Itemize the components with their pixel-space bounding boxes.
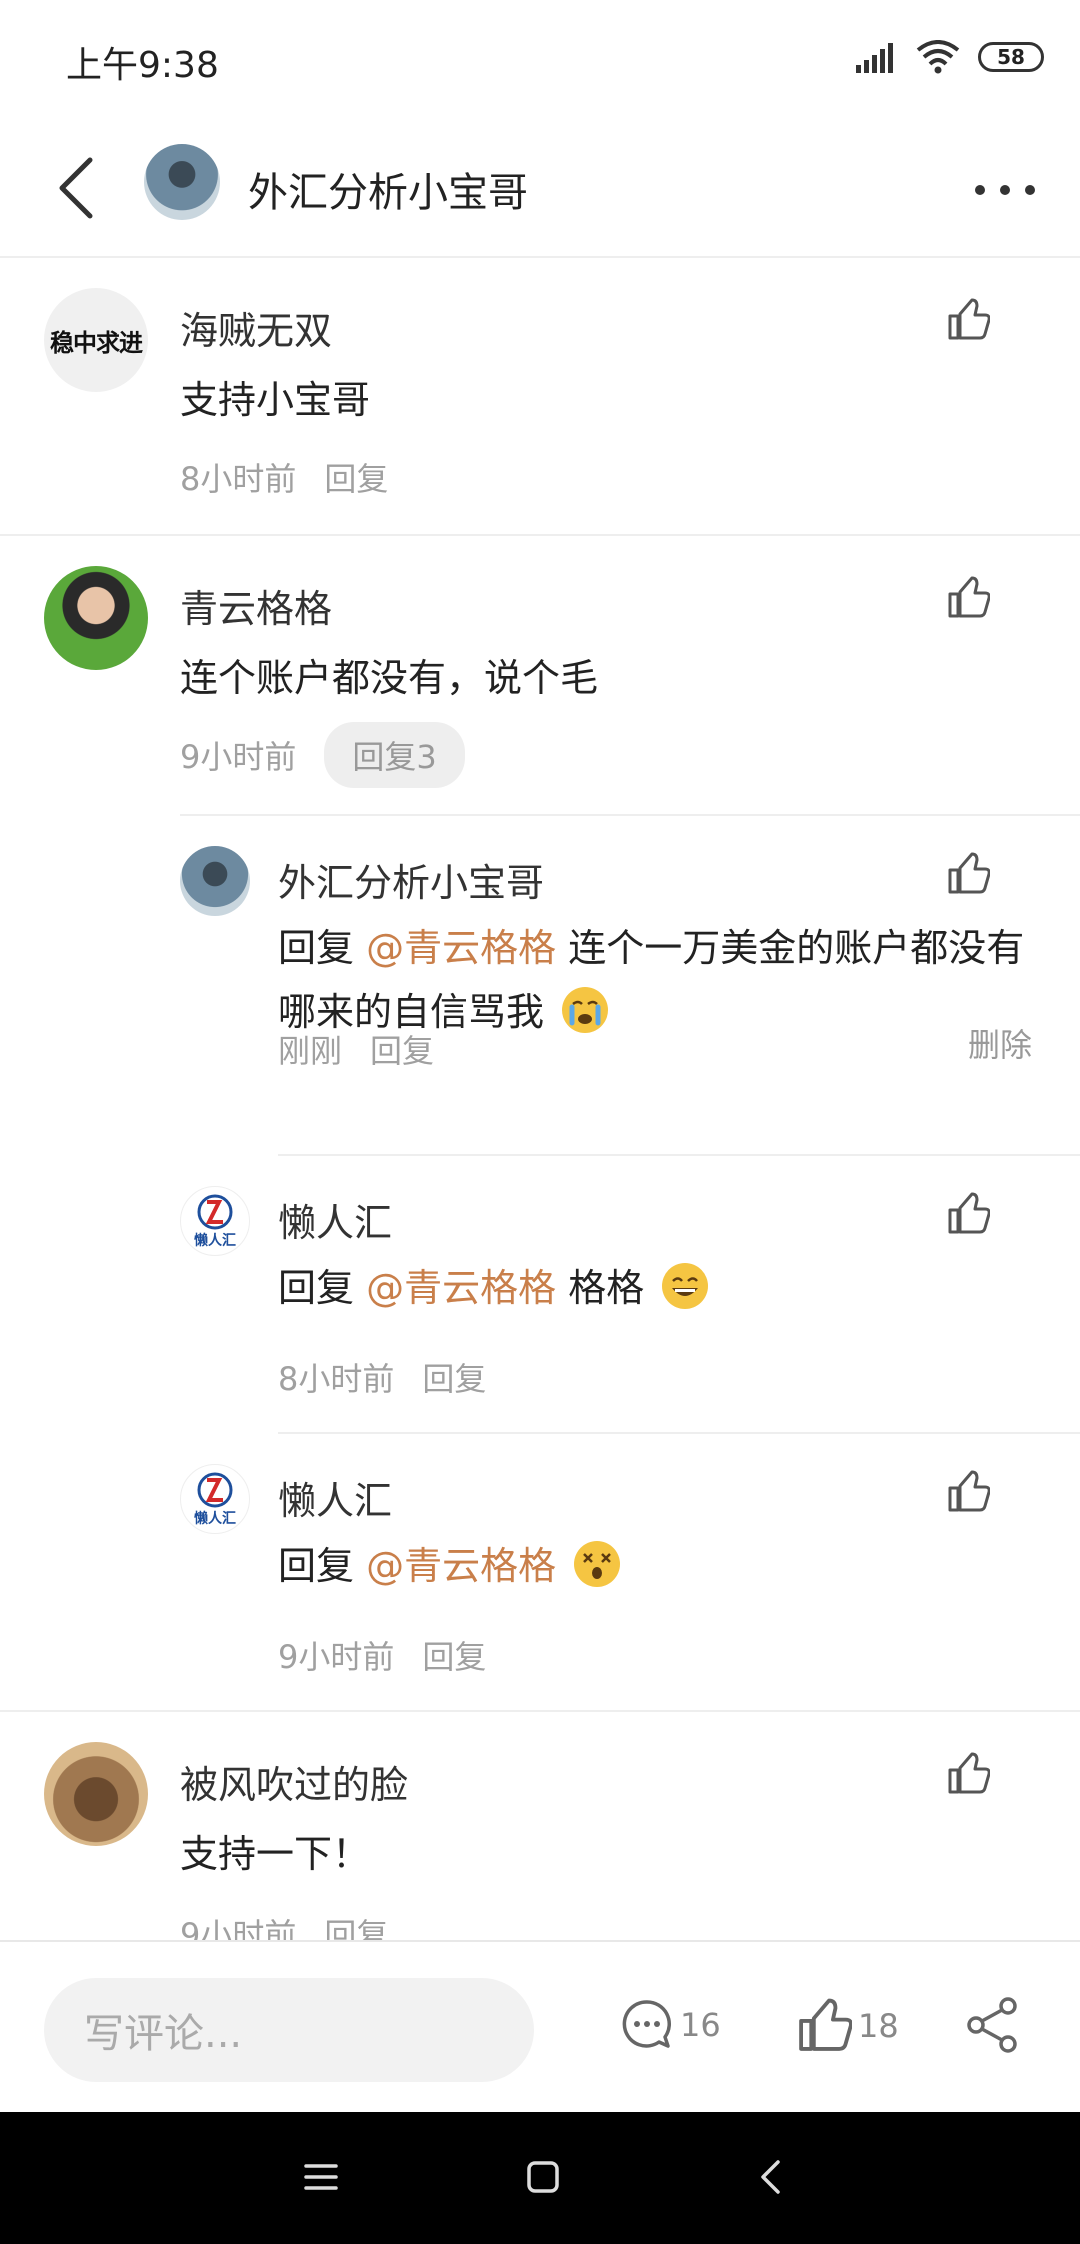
mention-link[interactable]: @青云格格 bbox=[366, 1266, 556, 1310]
avatar-text: 懒人汇 bbox=[194, 1511, 236, 1527]
comment-time: 8小时前 bbox=[180, 460, 297, 498]
comment-author[interactable]: 海贼无双 bbox=[180, 300, 332, 355]
mention-link[interactable]: @青云格格 bbox=[366, 1544, 556, 1588]
status-icons: 58 bbox=[856, 40, 1044, 74]
more-icon[interactable] bbox=[970, 170, 1040, 210]
comment-author[interactable]: 被风吹过的脸 bbox=[180, 1754, 408, 1809]
reply-prefix: 回复 bbox=[278, 1544, 367, 1588]
comment-time: 9小时前 bbox=[180, 1916, 297, 1940]
bottom-action-bar: 写评论... 16 18 bbox=[0, 1940, 1080, 2112]
reply-text: 回复 @青云格格 格格 bbox=[278, 1256, 1038, 1320]
thumbs-up-icon[interactable] bbox=[946, 852, 990, 896]
comment-meta: 8小时前 回复 bbox=[180, 454, 388, 500]
logo-icon bbox=[197, 1194, 233, 1230]
thumbs-up-icon bbox=[799, 1998, 852, 2051]
reply-button[interactable]: 回复 bbox=[324, 1910, 388, 1940]
delete-button[interactable]: 删除 bbox=[968, 1020, 1032, 1066]
comment-item: 稳中求进 海贼无双 支持小宝哥 8小时前 回复 bbox=[0, 258, 1080, 534]
thumbs-up-icon[interactable] bbox=[946, 1192, 990, 1236]
reply-prefix: 回复 bbox=[278, 1266, 367, 1310]
status-time: 上午9:38 bbox=[66, 45, 219, 86]
comment-text: 支持一下！ bbox=[180, 1832, 371, 1876]
comment-meta: 9小时前 回复3 bbox=[180, 722, 465, 788]
page-title: 外汇分析小宝哥 bbox=[248, 170, 528, 216]
status-bar: 上午9:38 58 bbox=[0, 0, 1080, 120]
home-icon[interactable] bbox=[518, 2152, 568, 2202]
logo-icon bbox=[197, 1472, 233, 1508]
thumbs-up-icon[interactable] bbox=[946, 298, 990, 342]
reply-time: 8小时前 bbox=[278, 1360, 395, 1398]
back-arrow-icon[interactable] bbox=[50, 150, 110, 226]
avatar[interactable] bbox=[44, 566, 148, 670]
reply-body bbox=[556, 1544, 568, 1588]
reply-prefix: 回复 bbox=[278, 926, 367, 970]
avatar[interactable]: 懒人汇 bbox=[180, 1464, 250, 1534]
comment-item: 青云格格 连个账户都没有，说个毛 9小时前 回复3 bbox=[0, 536, 1080, 826]
reply-item: 懒人汇 懒人汇 回复 @青云格格 9小时前 回复 bbox=[0, 1434, 1080, 1712]
comment-count-button[interactable]: 16 bbox=[620, 1998, 721, 2052]
reply-text: 回复 @青云格格 连个一万美金的账户都没有哪来的自信骂我 bbox=[278, 916, 1038, 1044]
comment-text: 连个账户都没有，说个毛 bbox=[180, 656, 599, 700]
avatar[interactable] bbox=[44, 1742, 148, 1846]
reply-count-button[interactable]: 回复3 bbox=[324, 722, 465, 788]
reply-time: 9小时前 bbox=[278, 1638, 395, 1676]
reply-meta: 刚刚 回复 bbox=[278, 1026, 434, 1072]
comment-bubble-icon bbox=[622, 2000, 671, 2048]
reply-meta: 8小时前 回复 bbox=[278, 1354, 486, 1400]
share-icon[interactable] bbox=[964, 1996, 1022, 2054]
system-nav-bar bbox=[0, 2112, 1080, 2244]
avatar[interactable] bbox=[180, 846, 250, 916]
header-avatar[interactable] bbox=[144, 144, 220, 220]
comment-input-placeholder: 写评论... bbox=[84, 2011, 243, 2057]
reply-item: 懒人汇 懒人汇 回复 @青云格格 格格 8小时前 回复 bbox=[0, 1156, 1080, 1434]
avatar[interactable]: 稳中求进 bbox=[44, 288, 148, 392]
reply-author[interactable]: 懒人汇 bbox=[278, 1192, 392, 1247]
avatar-text: 懒人汇 bbox=[194, 1233, 236, 1249]
comment-author[interactable]: 青云格格 bbox=[180, 578, 332, 633]
signal-icon bbox=[856, 43, 893, 73]
reply-button[interactable]: 回复 bbox=[422, 1632, 486, 1678]
reply-button[interactable]: 回复 bbox=[324, 454, 388, 500]
header-bar: 外汇分析小宝哥 bbox=[0, 120, 1080, 258]
comment-time: 9小时前 bbox=[180, 738, 297, 776]
crying-emoji-icon bbox=[562, 987, 609, 1033]
reply-item: 外汇分析小宝哥 回复 @青云格格 连个一万美金的账户都没有哪来的自信骂我 刚刚 … bbox=[0, 816, 1080, 1106]
mention-link[interactable]: @青云格格 bbox=[366, 926, 556, 970]
reply-button[interactable]: 回复 bbox=[422, 1354, 486, 1400]
menu-icon[interactable] bbox=[296, 2152, 346, 2202]
thumbs-up-icon[interactable] bbox=[946, 576, 990, 620]
like-count-button[interactable]: 18 bbox=[796, 1998, 899, 2054]
comment-list: 稳中求进 海贼无双 支持小宝哥 8小时前 回复 青云格格 连个账户都没有，说个毛… bbox=[0, 258, 1080, 1940]
battery-indicator: 58 bbox=[978, 42, 1044, 72]
comment-count: 16 bbox=[680, 2006, 721, 2044]
reply-time: 刚刚 bbox=[278, 1032, 343, 1070]
thumbs-up-icon[interactable] bbox=[946, 1752, 990, 1796]
avatar-text: 稳中求进 bbox=[50, 328, 143, 357]
like-count: 18 bbox=[858, 2007, 899, 2045]
avatar[interactable]: 懒人汇 bbox=[180, 1186, 250, 1256]
reply-body: 格格 bbox=[556, 1266, 645, 1310]
thumbs-up-icon[interactable] bbox=[946, 1470, 990, 1514]
wifi-icon bbox=[916, 40, 960, 74]
comment-item: 被风吹过的脸 支持一下！ 9小时前 回复 bbox=[0, 1712, 1080, 1940]
reply-author[interactable]: 外汇分析小宝哥 bbox=[278, 852, 544, 907]
dizzy-emoji-icon bbox=[574, 1541, 621, 1587]
comment-meta: 9小时前 回复 bbox=[180, 1910, 388, 1940]
reply-meta: 9小时前 回复 bbox=[278, 1632, 486, 1678]
reply-text: 回复 @青云格格 bbox=[278, 1534, 1038, 1598]
reply-author[interactable]: 懒人汇 bbox=[278, 1470, 392, 1525]
reply-button[interactable]: 回复 bbox=[370, 1026, 434, 1072]
grinning-emoji-icon bbox=[662, 1263, 709, 1309]
back-icon[interactable] bbox=[746, 2152, 796, 2202]
comment-text: 支持小宝哥 bbox=[180, 378, 371, 422]
comment-input[interactable]: 写评论... bbox=[44, 1978, 534, 2082]
